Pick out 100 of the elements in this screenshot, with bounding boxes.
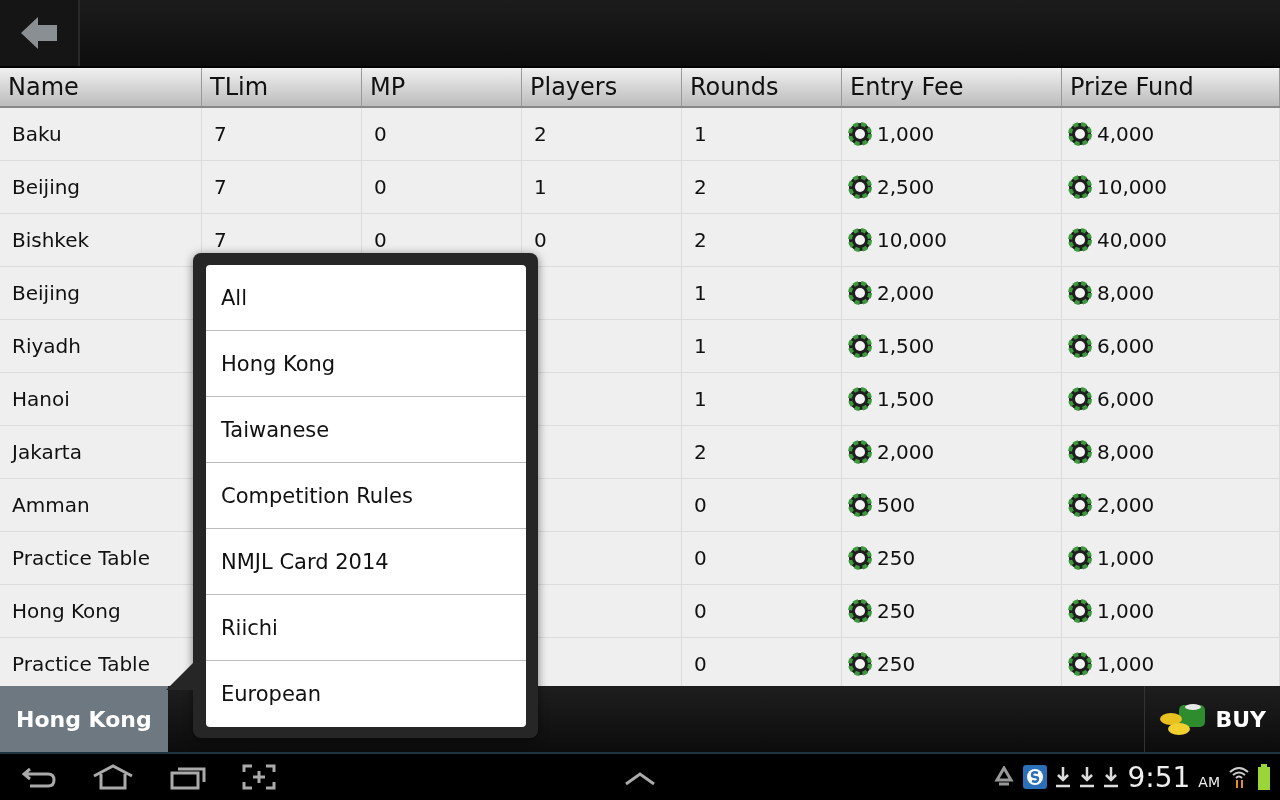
table-cell: Riyadh	[12, 334, 81, 358]
table-cell: Beijing	[12, 281, 81, 305]
table-cell: 7	[214, 122, 227, 146]
back-icon[interactable]	[22, 765, 56, 789]
table-cell: 0	[374, 175, 387, 199]
chip-icon	[848, 175, 872, 199]
table-cell: 1	[694, 122, 707, 146]
table-cell: 250	[877, 652, 916, 676]
table-cell: Bishkek	[12, 228, 90, 252]
chip-icon	[848, 387, 872, 411]
table-cell: 40,000	[1097, 228, 1167, 252]
table-cell: 1,000	[1097, 546, 1155, 570]
table-cell: 0	[694, 652, 707, 676]
chip-icon	[1068, 281, 1092, 305]
chip-icon	[848, 493, 872, 517]
chip-icon	[1068, 228, 1092, 252]
table-cell: 1	[694, 387, 707, 411]
back-arrow-icon	[20, 16, 58, 50]
chip-icon	[1068, 493, 1092, 517]
table-cell: 2,000	[1097, 493, 1155, 517]
download-icon	[1055, 766, 1072, 788]
table-cell: 6,000	[1097, 334, 1155, 358]
home-icon[interactable]	[92, 764, 134, 790]
chip-icon	[848, 440, 872, 464]
table-cell: Beijing	[12, 175, 81, 199]
table-cell: 4,000	[1097, 122, 1155, 146]
caret-icon[interactable]	[624, 772, 656, 786]
chip-icon	[1068, 652, 1092, 676]
column-header[interactable]: Rounds	[682, 68, 842, 106]
menu-item[interactable]: Hong Kong	[206, 331, 526, 397]
table-cell: 1	[534, 175, 547, 199]
table-cell: 0	[694, 493, 707, 517]
table-cell: 0	[694, 599, 707, 623]
download-icon	[1079, 766, 1096, 788]
table-cell: 1	[694, 281, 707, 305]
chip-icon	[848, 546, 872, 570]
clock-time: 9:51	[1127, 760, 1191, 794]
chip-icon	[1068, 122, 1092, 146]
table-cell: 8,000	[1097, 281, 1155, 305]
table-cell: Practice Table	[12, 546, 150, 570]
table-cell: 10,000	[877, 228, 947, 252]
filter-tab[interactable]: Hong Kong	[0, 686, 168, 752]
chip-icon	[1068, 387, 1092, 411]
chip-icon	[848, 599, 872, 623]
s-app-icon	[1023, 765, 1048, 789]
table-cell: Amman	[12, 493, 90, 517]
chip-icon	[848, 334, 872, 358]
chip-icon	[848, 122, 872, 146]
table-cell: 10,000	[1097, 175, 1167, 199]
table-cell: 2,000	[877, 440, 935, 464]
menu-item[interactable]: Riichi	[206, 595, 526, 661]
chip-icon	[848, 228, 872, 252]
column-header[interactable]: Players	[522, 68, 682, 106]
table-cell: 2	[534, 122, 547, 146]
table-cell: 0	[374, 122, 387, 146]
table-cell: Jakarta	[12, 440, 82, 464]
table-cell: 0	[694, 546, 707, 570]
table-cell: 8,000	[1097, 440, 1155, 464]
wifi-icon	[1228, 765, 1250, 789]
table-cell: 0	[534, 228, 547, 252]
table-cell: Baku	[12, 122, 62, 146]
chip-icon	[1068, 440, 1092, 464]
column-header[interactable]: Entry Fee	[842, 68, 1062, 106]
chip-icon	[1068, 175, 1092, 199]
menu-item[interactable]: Taiwanese	[206, 397, 526, 463]
table-cell: 6,000	[1097, 387, 1155, 411]
table-cell: Hong Kong	[12, 599, 121, 623]
table-cell: Hanoi	[12, 387, 70, 411]
buy-button[interactable]: BUY	[1144, 686, 1280, 752]
chip-icon	[1068, 546, 1092, 570]
back-button[interactable]	[0, 0, 80, 66]
table-cell: Practice Table	[12, 652, 150, 676]
screenshot-icon[interactable]	[242, 764, 276, 790]
column-header[interactable]: Name	[0, 68, 202, 106]
table-cell: 7	[214, 228, 227, 252]
table-cell: 1,000	[877, 122, 935, 146]
chip-icon	[1068, 599, 1092, 623]
column-header[interactable]: TLim	[202, 68, 362, 106]
table-cell: 2	[694, 440, 707, 464]
download-icon	[1103, 766, 1120, 788]
table-cell: 2,500	[877, 175, 935, 199]
table-cell: 2	[694, 228, 707, 252]
table-cell: 1	[694, 334, 707, 358]
table-cell: 2	[694, 175, 707, 199]
table-cell: 250	[877, 546, 916, 570]
table-cell: 250	[877, 599, 916, 623]
clock-am-pm: AM	[1198, 774, 1220, 790]
menu-item[interactable]: Competition Rules	[206, 463, 526, 529]
chip-icon	[848, 652, 872, 676]
menu-item[interactable]: All	[206, 265, 526, 331]
table-cell: 1,000	[1097, 652, 1155, 676]
menu-item[interactable]: European	[206, 661, 526, 727]
table-cell: 0	[374, 228, 387, 252]
menu-item[interactable]: NMJL Card 2014	[206, 529, 526, 595]
column-header[interactable]: MP	[362, 68, 522, 106]
table-cell: 500	[877, 493, 916, 517]
table-cell: 1,000	[1097, 599, 1155, 623]
chip-icon	[1068, 334, 1092, 358]
column-header[interactable]: Prize Fund	[1062, 68, 1280, 106]
table-cell: 1,500	[877, 387, 935, 411]
